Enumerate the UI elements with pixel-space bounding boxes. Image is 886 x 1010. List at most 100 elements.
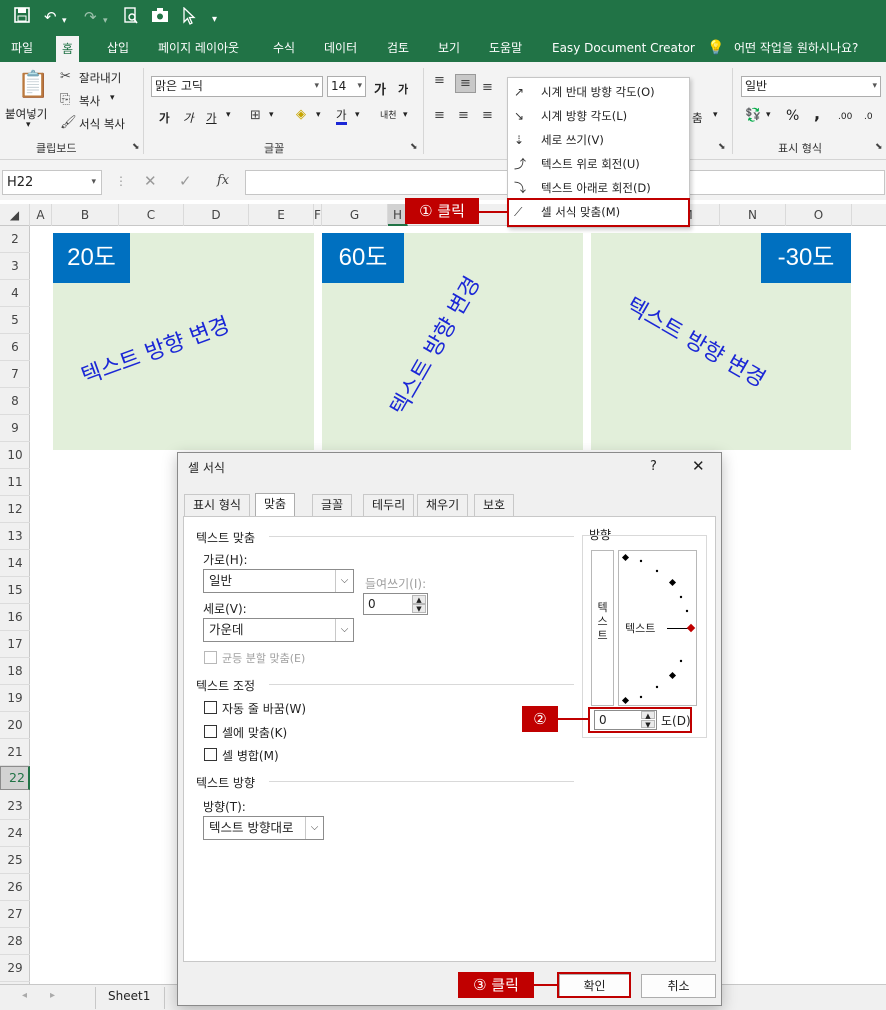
row-header[interactable]: 19 (0, 685, 30, 712)
row-header[interactable]: 6 (0, 334, 30, 361)
tab-home[interactable]: 홈 (56, 36, 80, 62)
spin-down-icon[interactable]: ▼ (412, 604, 426, 613)
paste-icon[interactable]: 📋 (17, 70, 49, 100)
direction-select[interactable]: 텍스트 방향대로 ⌵ (203, 816, 324, 840)
font-color-button[interactable]: 가 (336, 108, 347, 125)
align-middle-icon[interactable]: ≡ (455, 74, 476, 93)
alignment-launcher-icon[interactable]: ⬊ (718, 142, 726, 152)
merge-dropdown-icon[interactable]: ▾ (713, 110, 718, 120)
tab-easy-document-creator[interactable]: Easy Document Creator (552, 34, 695, 62)
column-header[interactable]: E (249, 204, 314, 226)
decrease-decimal-button[interactable]: .0 (864, 112, 873, 122)
tab-data[interactable]: 데이터 (324, 34, 357, 62)
align-center-icon[interactable]: ≡ (458, 108, 469, 123)
dial-needle[interactable]: 텍스트 (625, 621, 696, 637)
percent-button[interactable]: % (786, 108, 799, 124)
underline-dropdown-icon[interactable]: ▾ (226, 110, 231, 120)
row-header[interactable]: 5 (0, 307, 30, 334)
underline-button[interactable]: 가 (206, 110, 217, 126)
currency-dropdown-icon[interactable]: ▾ (766, 110, 771, 120)
indent-spinner[interactable]: 0 ▲ ▼ (363, 593, 428, 615)
orientation-dial[interactable]: 텍스트 (618, 550, 697, 706)
cut-button[interactable]: 잘라내기 (79, 70, 121, 86)
name-box[interactable]: H22 ▾ (2, 170, 102, 195)
tell-me-search[interactable]: 어떤 작업을 원하시나요? (734, 34, 858, 62)
menu-item[interactable]: ⤴ 텍스트 위로 회전(U) (508, 152, 689, 176)
number-format-combo[interactable]: 일반 ▾ (741, 76, 881, 97)
print-preview-icon[interactable] (123, 7, 139, 30)
shrink-to-fit-checkbox[interactable] (204, 725, 217, 738)
undo-dropdown-icon[interactable]: ▾ (62, 11, 67, 31)
camera-icon[interactable] (151, 7, 169, 28)
tab-insert[interactable]: 삽입 (107, 34, 129, 62)
cancel-entry-icon[interactable]: ✕ (144, 172, 157, 190)
column-header[interactable]: G (322, 204, 388, 226)
chevron-down-icon[interactable]: ▾ (91, 171, 96, 194)
column-header[interactable]: D (184, 204, 249, 226)
comma-button[interactable]: , (814, 104, 820, 123)
phonetic-dropdown-icon[interactable]: ▾ (403, 110, 408, 120)
spin-up-icon[interactable]: ▲ (412, 595, 426, 604)
customize-icon[interactable]: ▾ (212, 10, 217, 30)
font-size-combo[interactable]: 14 ▾ (327, 76, 366, 97)
column-header[interactable]: F (314, 204, 322, 226)
menu-item[interactable]: ⤵ 텍스트 아래로 회전(D) (508, 176, 689, 200)
font-launcher-icon[interactable]: ⬊ (410, 142, 418, 152)
redo-dropdown-icon[interactable]: ▾ (103, 11, 108, 31)
column-header[interactable]: C (119, 204, 184, 226)
row-header[interactable]: 17 (0, 631, 30, 658)
paste-dropdown-icon[interactable]: ▾ (26, 120, 31, 130)
row-header[interactable]: 14 (0, 550, 30, 577)
row-header[interactable]: 20 (0, 712, 30, 739)
row-header[interactable]: 7 (0, 361, 30, 388)
italic-button[interactable]: 가 (183, 110, 194, 126)
tab-formulas[interactable]: 수식 (273, 34, 295, 62)
tab-review[interactable]: 검토 (387, 34, 409, 62)
tab-fill[interactable]: 채우기 (417, 494, 469, 516)
vertical-text-toggle[interactable]: 텍스트 (591, 550, 614, 706)
sheet-tab[interactable]: Sheet1 (108, 989, 150, 1003)
phonetic-button[interactable]: 내천 (380, 108, 397, 121)
fill-color-dropdown-icon[interactable]: ▾ (316, 110, 321, 120)
tab-alignment[interactable]: 맞춤 (255, 493, 296, 517)
grow-font-button[interactable]: 가 (374, 79, 386, 98)
cancel-button[interactable]: 취소 (641, 974, 716, 998)
tab-file[interactable]: 파일 (11, 34, 33, 62)
redo-icon[interactable]: ↷ (84, 7, 97, 27)
row-header[interactable]: 11 (0, 469, 30, 496)
copy-dropdown-icon[interactable]: ▾ (110, 93, 115, 103)
vertical-select[interactable]: 가운데 ⌵ (203, 618, 354, 642)
column-header[interactable]: B (52, 204, 119, 226)
undo-icon[interactable]: ↶ (44, 7, 57, 27)
dial-handle[interactable] (686, 623, 696, 633)
align-left-icon[interactable]: ≡ (434, 108, 445, 123)
row-header[interactable]: 3 (0, 253, 30, 280)
row-header[interactable]: 29 (0, 955, 30, 982)
number-launcher-icon[interactable]: ⬊ (875, 142, 883, 152)
row-header[interactable]: 9 (0, 415, 30, 442)
select-all-corner[interactable]: ◢ (0, 204, 30, 226)
row-header[interactable]: 8 (0, 388, 30, 415)
copy-button[interactable]: 복사 (79, 93, 100, 109)
row-header[interactable]: 25 (0, 847, 30, 874)
row-header[interactable]: 23 (0, 793, 30, 820)
row-header[interactable]: 22 (0, 766, 30, 790)
help-button[interactable]: ? (650, 459, 657, 474)
row-header[interactable]: 15 (0, 577, 30, 604)
column-header[interactable]: N (720, 204, 786, 226)
justify-distributed-checkbox[interactable] (204, 651, 217, 664)
fill-color-icon[interactable]: ◈ (296, 107, 306, 122)
tab-number[interactable]: 표시 형식 (184, 494, 250, 516)
row-header[interactable]: 21 (0, 739, 30, 766)
border-dropdown-icon[interactable]: ▾ (269, 110, 274, 120)
clipboard-launcher-icon[interactable]: ⬊ (132, 142, 140, 152)
tab-view[interactable]: 보기 (438, 34, 460, 62)
insert-function-icon[interactable]: fx (217, 173, 229, 188)
currency-icon[interactable]: 💱 (745, 108, 761, 123)
increase-decimal-button[interactable]: .00 (838, 112, 852, 122)
tab-font[interactable]: 글꼴 (312, 494, 353, 516)
tab-help[interactable]: 도움말 (489, 34, 522, 62)
menu-item[interactable]: ↗ 시계 반대 방향 각도(O) (508, 80, 689, 104)
row-header[interactable]: 2 (0, 226, 30, 253)
row-header[interactable]: 27 (0, 901, 30, 928)
